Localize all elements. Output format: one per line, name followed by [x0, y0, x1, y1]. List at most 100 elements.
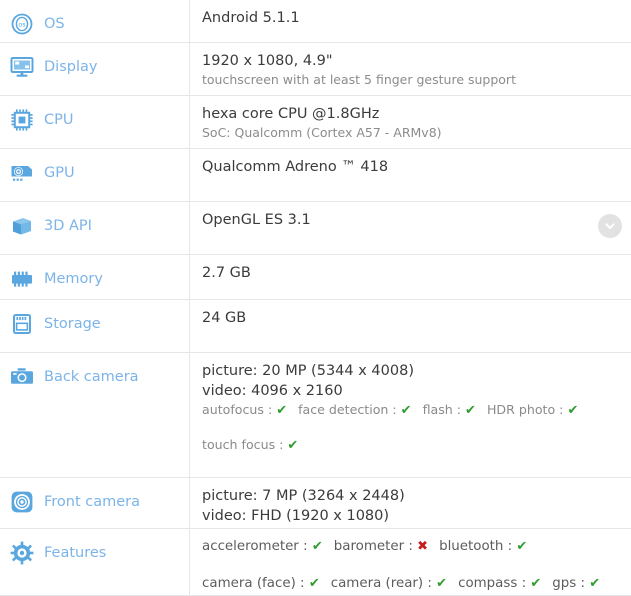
label-cell-3d-api: 3D API — [0, 202, 190, 254]
feature-name: autofocus : — [202, 402, 277, 417]
spec-row-memory: Memory 2.7 GB — [0, 255, 631, 300]
value-cell-storage: 24 GB — [190, 300, 631, 352]
label-cell-back-camera: Back camera — [0, 353, 190, 477]
value-cell-cpu: hexa core CPU @1.8GHz SoC: Qualcomm (Cor… — [190, 96, 631, 148]
spec-label-storage: Storage — [44, 316, 101, 332]
label-cell-features: Features — [0, 529, 190, 595]
value-cell-os: Android 5.1.1 — [190, 0, 631, 42]
value-cell-memory: 2.7 GB — [190, 255, 631, 299]
storage-value: 24 GB — [202, 310, 247, 326]
display-touch-note: touchscreen with at least 5 finger gestu… — [202, 72, 516, 87]
spec-label-memory: Memory — [44, 271, 103, 287]
spec-row-os: os OS Android 5.1.1 — [0, 0, 631, 43]
spec-label-back-camera: Back camera — [44, 369, 139, 385]
device-spec-table: os OS Android 5.1.1 Display 1920 x 1080,… — [0, 0, 631, 596]
display-icon — [9, 54, 35, 80]
feature-name: camera (rear) : — [330, 576, 437, 591]
check-icon: ✔ — [308, 576, 320, 591]
display-resolution: 1920 x 1080, 4.9" — [202, 53, 333, 69]
feature-name: barometer : — [333, 539, 418, 554]
spec-row-3d-api: 3D API OpenGL ES 3.1 — [0, 202, 631, 255]
check-icon: ✔ — [436, 576, 448, 591]
back-camera-video: video: 4096 x 2160 — [202, 383, 343, 399]
feature-item: autofocus : ✔ — [202, 402, 288, 418]
value-cell-back-camera: picture: 20 MP (5344 x 4008) video: 4096… — [190, 353, 631, 477]
feature-item: touch focus : ✔ — [202, 437, 299, 453]
label-cell-front-camera: Front camera — [0, 478, 190, 528]
label-cell-memory: Memory — [0, 255, 190, 299]
feature-item: camera (face) : ✔ — [202, 576, 320, 591]
front-camera-picture: picture: 7 MP (3264 x 2448) — [202, 488, 405, 504]
spec-row-back-camera: Back camera picture: 20 MP (5344 x 4008)… — [0, 353, 631, 478]
feature-item: barometer : ✖ — [334, 539, 428, 554]
spec-row-display: Display 1920 x 1080, 4.9" touchscreen wi… — [0, 43, 631, 96]
camera-icon — [9, 364, 35, 390]
feature-item: camera (rear) : ✔ — [331, 576, 447, 591]
feature-item: gps : ✔ — [552, 576, 600, 591]
features-spacer — [202, 557, 631, 574]
feature-item: compass : ✔ — [458, 576, 541, 591]
feature-name: camera (face) : — [202, 576, 309, 591]
back-camera-features-line-1: autofocus : ✔ face detection : ✔ flash : ✔… — [202, 401, 631, 419]
gpu-value: Qualcomm Adreno ™ 418 — [202, 159, 389, 175]
cpu-icon — [9, 107, 35, 133]
feature-name: touch focus : — [202, 437, 288, 452]
cross-icon: ✖ — [417, 539, 429, 554]
cube-icon — [9, 213, 35, 239]
feature-name: flash : — [422, 402, 466, 417]
cpu-value: hexa core CPU @1.8GHz — [202, 106, 380, 122]
check-icon: ✔ — [465, 403, 476, 418]
back-camera-spacer — [202, 419, 631, 436]
os-value: Android 5.1.1 — [202, 10, 300, 26]
spec-label-front-camera: Front camera — [44, 494, 141, 510]
value-cell-display: 1920 x 1080, 4.9" touchscreen with at le… — [190, 43, 631, 95]
feature-item: accelerometer : ✔ — [202, 539, 323, 554]
check-icon: ✔ — [530, 576, 542, 591]
front-camera-video: video: FHD (1920 x 1080) — [202, 508, 390, 524]
spec-label-3d-api: 3D API — [44, 218, 92, 234]
label-cell-storage: Storage — [0, 300, 190, 352]
spec-label-os: OS — [44, 16, 65, 32]
cpu-soc: SoC: Qualcomm (Cortex A57 - ARMv8) — [202, 125, 442, 140]
spec-row-storage: Storage 24 GB — [0, 300, 631, 353]
gpu-icon — [9, 160, 35, 186]
value-cell-features: accelerometer : ✔ barometer : ✖ bluetooth … — [190, 529, 631, 595]
check-icon: ✔ — [400, 403, 412, 418]
check-icon: ✔ — [276, 403, 288, 418]
spec-row-gpu: GPU Qualcomm Adreno ™ 418 — [0, 149, 631, 202]
value-cell-3d-api: OpenGL ES 3.1 — [190, 202, 631, 254]
feature-item: face detection : ✔ — [298, 402, 412, 418]
back-camera-picture: picture: 20 MP (5344 x 4008) — [202, 363, 414, 379]
back-camera-features-line-2: touch focus : ✔ — [202, 436, 631, 454]
spec-label-display: Display — [44, 59, 98, 75]
check-icon: ✔ — [287, 438, 299, 453]
check-icon: ✔ — [516, 539, 528, 554]
3d-api-value: OpenGL ES 3.1 — [202, 212, 311, 228]
feature-item: bluetooth : ✔ — [439, 539, 527, 554]
feature-item: flash : ✔ — [422, 402, 476, 418]
check-icon: ✔ — [567, 403, 579, 418]
value-cell-gpu: Qualcomm Adreno ™ 418 — [190, 149, 631, 201]
chevron-down-icon[interactable] — [598, 214, 622, 238]
features-line-2: camera (face) : ✔ camera (rear) : ✔ compas… — [202, 574, 631, 594]
memory-value: 2.7 GB — [202, 265, 251, 281]
features-line-1: accelerometer : ✔ barometer : ✖ bluetooth … — [202, 537, 631, 557]
os-icon: os — [9, 11, 35, 37]
gear-icon — [9, 540, 35, 566]
spec-label-features: Features — [44, 545, 107, 561]
feature-name: gps : — [552, 576, 590, 591]
value-cell-front-camera: picture: 7 MP (3264 x 2448) video: FHD (… — [190, 478, 631, 528]
spec-label-gpu: GPU — [44, 165, 75, 181]
check-icon: ✔ — [311, 539, 323, 554]
feature-name: accelerometer : — [202, 539, 312, 554]
spec-row-cpu: CPU hexa core CPU @1.8GHz SoC: Qualcomm … — [0, 96, 631, 149]
spec-row-front-camera: Front camera picture: 7 MP (3264 x 2448)… — [0, 478, 631, 529]
feature-name: compass : — [458, 576, 531, 591]
label-cell-gpu: GPU — [0, 149, 190, 201]
storage-icon — [9, 311, 35, 337]
check-icon: ✔ — [589, 576, 601, 591]
feature-name: HDR photo : — [486, 402, 568, 417]
memory-icon — [9, 266, 35, 292]
front-camera-icon — [9, 489, 35, 515]
spec-label-cpu: CPU — [44, 112, 74, 128]
